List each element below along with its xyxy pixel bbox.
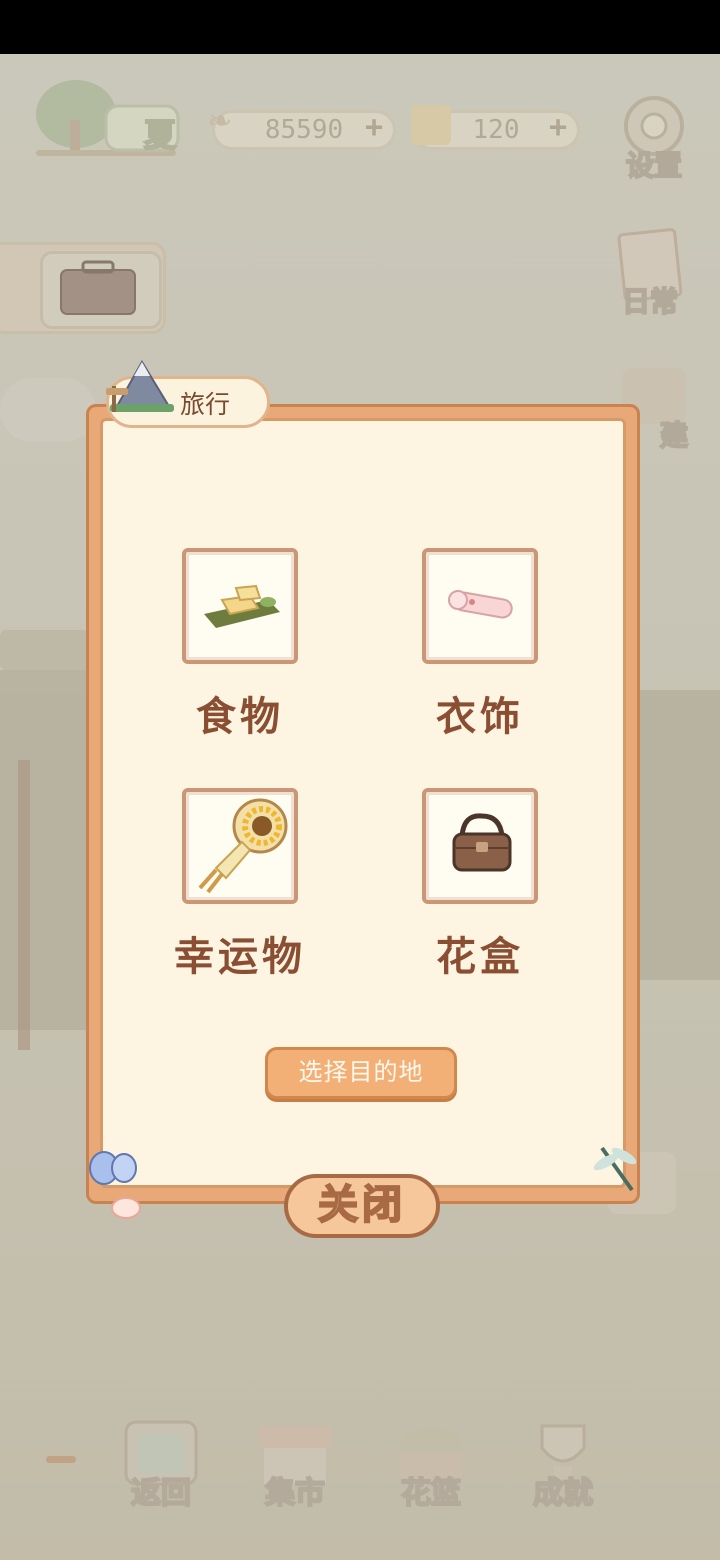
add-fish-icon[interactable]: + <box>365 111 383 145</box>
season-indicator[interactable]: 夏 <box>26 70 186 170</box>
settings-label: 设置 <box>625 148 683 183</box>
cheese-icon <box>411 105 451 145</box>
briefcase-icon <box>60 260 136 315</box>
lucky-item-label: 幸运物 <box>174 934 306 980</box>
butterfly-icon <box>89 1151 141 1219</box>
scenery-pole-left <box>18 760 30 1050</box>
nav-handle <box>46 1456 76 1463</box>
fish-currency[interactable]: ❧ 85590 + <box>209 102 396 150</box>
flower-box-label: 花盒 <box>436 934 524 980</box>
nav-back[interactable]: 返回 <box>118 1418 204 1514</box>
clothing-tile[interactable] <box>422 548 538 664</box>
nav-back-label: 返回 <box>130 1475 192 1512</box>
scroll-icon <box>448 590 513 619</box>
food-plate-icon <box>204 584 280 628</box>
nav-achievements[interactable]: 成就 <box>520 1418 606 1514</box>
daily-button[interactable]: 日常 <box>612 228 688 320</box>
daily-label: 日常 <box>621 284 679 319</box>
dragonfly-icon <box>593 1146 637 1192</box>
status-bar <box>0 0 720 54</box>
scenery-roof-left <box>0 630 90 670</box>
close-button[interactable]: 关闭 <box>284 1174 440 1238</box>
food-label: 食物 <box>196 694 284 740</box>
cheese-count: 120 <box>472 115 520 145</box>
dialog-title: 旅行 <box>180 390 231 419</box>
cheese-currency[interactable]: 120 + <box>411 105 580 150</box>
nav-flower-basket[interactable]: 花篮 <box>388 1418 474 1514</box>
sunflower-fan-icon <box>198 798 288 894</box>
fish-count: 85590 <box>264 115 344 145</box>
nav-flower-basket-label: 花篮 <box>400 1475 462 1512</box>
fish-icon: ❧ <box>209 99 231 140</box>
food-tile[interactable] <box>182 548 298 664</box>
build-label: 建 <box>659 418 689 453</box>
basket-icon <box>452 813 512 872</box>
lucky-item-tile[interactable] <box>182 788 298 904</box>
scenery-cloud <box>0 378 96 442</box>
mountain-icon <box>106 360 174 412</box>
scenery-building-left <box>0 670 90 1030</box>
nav-market-label: 集市 <box>264 1475 326 1512</box>
flower-box-tile[interactable] <box>422 788 538 904</box>
choose-destination-button[interactable]: 选择目的地 <box>265 1047 457 1099</box>
add-cheese-icon[interactable]: + <box>549 111 567 145</box>
settings-button[interactable]: 设置 <box>616 92 692 184</box>
season-label: 夏 <box>143 115 177 155</box>
nav-market[interactable]: 集市 <box>252 1418 338 1514</box>
bag-button[interactable] <box>40 251 162 329</box>
scenery-building-right <box>640 690 720 980</box>
clothing-label: 衣饰 <box>436 694 524 740</box>
nav-achievements-label: 成就 <box>532 1475 594 1512</box>
